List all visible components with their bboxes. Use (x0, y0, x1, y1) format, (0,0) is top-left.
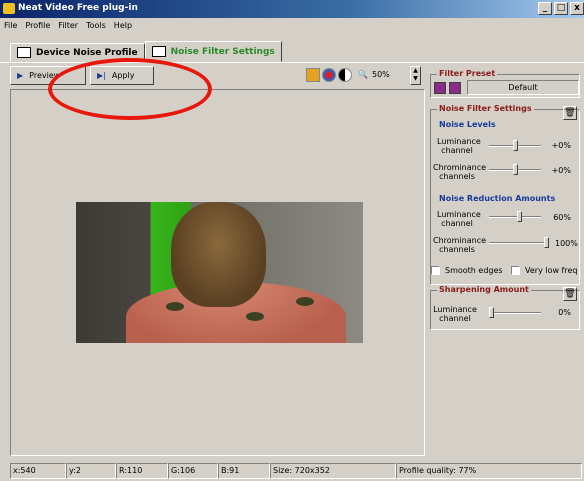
reduction-chrominance-label: Chrominance channels (433, 236, 487, 254)
window-title: Neat Video Free plug-in (18, 3, 138, 13)
slider-track (489, 242, 549, 244)
maximize-button[interactable]: □ (554, 2, 568, 15)
zoom-level: 50% (372, 70, 390, 79)
tab-noise-filter-settings[interactable]: Noise Filter Settings (144, 41, 282, 62)
title-bar: Neat Video Free plug-in _ □ x (0, 0, 584, 18)
save-preset-icon[interactable] (449, 82, 461, 94)
reduction-luminance-label: Luminance channel (437, 210, 481, 228)
pattern-leaf (166, 302, 184, 311)
close-button[interactable]: x (570, 2, 584, 15)
pattern-leaf (296, 297, 314, 306)
sharpening-luminance-label: Luminance channel (433, 305, 477, 323)
frame-icon[interactable] (306, 68, 320, 82)
noise-filter-settings-title: Noise Filter Settings (437, 104, 534, 113)
person-hair (171, 202, 266, 307)
filter-settings-icon (151, 46, 166, 57)
very-low-freq-label: Very low freq (525, 266, 578, 275)
slider-thumb[interactable] (517, 211, 522, 222)
menu-profile[interactable]: Profile (25, 19, 50, 33)
menu-file[interactable]: File (4, 19, 17, 33)
slider-thumb[interactable] (489, 307, 494, 318)
status-b: B:91 (218, 463, 270, 479)
sharpening-luminance-value: 0% (558, 308, 571, 317)
slider-track (489, 312, 541, 314)
slider-thumb[interactable] (544, 237, 549, 248)
device-profile-icon (17, 47, 31, 58)
magnifier-icon[interactable]: 🔍 (358, 70, 368, 79)
reset-filter-icon[interactable]: 🗑 (563, 106, 577, 120)
sharpening-title: Sharpening Amount (437, 285, 531, 294)
play-icon: ▶ (17, 71, 24, 80)
video-frame (76, 202, 363, 343)
noise-reduction-title: Noise Reduction Amounts (439, 194, 556, 203)
smooth-edges-label: Smooth edges (445, 266, 503, 275)
menu-bar: File Profile Filter Tools Help (0, 19, 584, 33)
zoom-spinner[interactable]: ▲ ▼ (410, 66, 421, 85)
noise-levels-title: Noise Levels (439, 120, 496, 129)
status-y: y:2 (66, 463, 116, 479)
noise-level-chrominance-slider[interactable] (489, 164, 541, 175)
status-bar: x:540 y:2 R:110 G:106 B:91 Size: 720x352… (0, 463, 584, 481)
app-icon (3, 3, 15, 14)
menu-tools[interactable]: Tools (86, 19, 106, 33)
sharpening-group: Sharpening Amount 🗑 Luminance channel 0% (430, 285, 580, 330)
slider-thumb[interactable] (513, 140, 518, 151)
status-g: G:106 (168, 463, 218, 479)
minimize-button[interactable]: _ (538, 2, 552, 15)
reduction-chrominance-slider[interactable] (489, 237, 549, 248)
reduction-luminance-slider[interactable] (489, 211, 541, 222)
reduction-luminance-value: 60% (553, 213, 571, 222)
noise-level-chrominance-value: +0% (551, 166, 571, 175)
status-size: Size: 720x352 (270, 463, 396, 479)
load-preset-icon[interactable] (434, 82, 446, 94)
noise-level-chrominance-label: Chrominance channels (433, 163, 487, 181)
status-r: R:110 (116, 463, 168, 479)
filter-preset-group: Filter Preset Default (430, 69, 580, 98)
contrast-icon[interactable] (338, 68, 352, 82)
very-low-freq-checkbox[interactable] (511, 266, 520, 275)
noise-level-luminance-slider[interactable] (489, 140, 541, 151)
slider-track (489, 216, 541, 218)
noise-level-luminance-label: Luminance channel (437, 137, 481, 155)
preset-selected-value: Default (508, 83, 538, 92)
tab-label: Noise Filter Settings (170, 46, 275, 57)
noise-level-luminance-value: +0% (551, 141, 571, 150)
sharpening-luminance-slider[interactable] (489, 307, 541, 318)
slider-thumb[interactable] (513, 164, 518, 175)
status-x: x:540 (10, 463, 66, 479)
reduction-chrominance-value: 100% (555, 239, 578, 248)
pattern-leaf (246, 312, 264, 321)
menu-filter[interactable]: Filter (58, 19, 78, 33)
annotation-ellipse (48, 58, 212, 120)
filter-preset-title: Filter Preset (437, 69, 498, 78)
menu-help[interactable]: Help (114, 19, 132, 33)
window-controls: _ □ x (538, 2, 584, 15)
preview-area[interactable] (10, 89, 425, 456)
status-profile-quality: Profile quality: 77% (396, 463, 582, 479)
noise-filter-settings-group: Noise Filter Settings 🗑 Noise Levels Lum… (430, 104, 580, 285)
color-channels-icon[interactable] (322, 68, 336, 82)
tab-label: Device Noise Profile (36, 47, 138, 58)
smooth-edges-checkbox[interactable] (431, 266, 440, 275)
reset-sharpening-icon[interactable]: 🗑 (563, 287, 577, 301)
preset-dropdown[interactable]: Default (467, 80, 579, 95)
